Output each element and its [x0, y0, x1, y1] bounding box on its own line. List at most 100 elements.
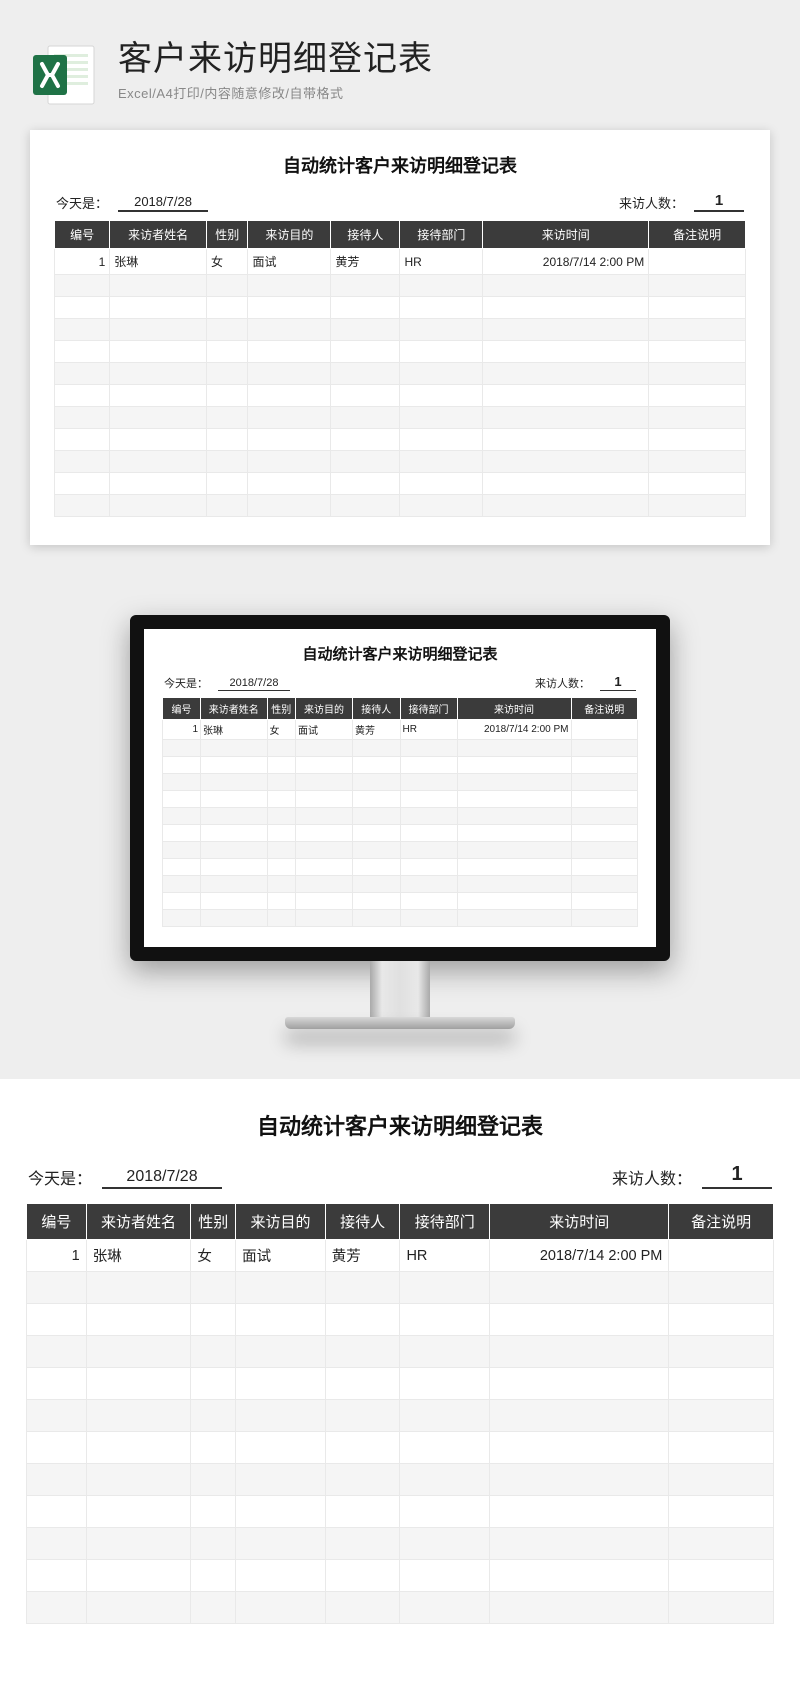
big-sheet: 自动统计客户来访明细登记表 今天是： 2018/7/28 来访人数： 1 编号 … — [0, 1079, 800, 1684]
empty-cell — [201, 910, 268, 927]
th-note: 备注说明 — [649, 221, 746, 249]
empty-cell — [27, 1272, 87, 1304]
empty-cell — [649, 319, 746, 341]
monitor-stand-base — [285, 1017, 515, 1029]
today-value: 2018/7/28 — [118, 194, 208, 212]
today-value: 2018/7/28 — [218, 677, 290, 691]
empty-cell — [296, 791, 353, 808]
empty-cell — [27, 1400, 87, 1432]
empty-cell — [55, 429, 110, 451]
empty-cell — [400, 757, 457, 774]
table-row: 1 张琳 女 面试 黄芳 HR 2018/7/14 2:00 PM — [163, 720, 638, 740]
meta-count: 来访人数： 1 — [619, 192, 744, 212]
table-row — [27, 1592, 774, 1624]
meta-today: 今天是： 2018/7/28 — [164, 675, 290, 691]
empty-cell — [353, 876, 401, 893]
empty-cell — [669, 1528, 774, 1560]
table-body: 1 张琳 女 面试 黄芳 HR 2018/7/14 2:00 PM — [163, 720, 638, 927]
empty-cell — [400, 1560, 490, 1592]
hero-header: 客户来访明细登记表 Excel/A4打印/内容随意修改/自带格式 — [30, 40, 770, 110]
table-row — [55, 495, 746, 517]
page-title: 客户来访明细登记表 — [118, 40, 770, 79]
th-receiver: 接待人 — [331, 221, 400, 249]
empty-cell — [649, 341, 746, 363]
empty-cell — [267, 757, 296, 774]
empty-cell — [55, 297, 110, 319]
empty-cell — [353, 774, 401, 791]
empty-cell — [400, 275, 483, 297]
cell-note — [571, 720, 638, 740]
empty-cell — [86, 1592, 191, 1624]
empty-cell — [201, 876, 268, 893]
empty-cell — [207, 297, 248, 319]
empty-cell — [649, 451, 746, 473]
empty-cell — [669, 1464, 774, 1496]
empty-cell — [296, 859, 353, 876]
table-body: 1 张琳 女 面试 黄芳 HR 2018/7/14 2:00 PM — [27, 1240, 774, 1624]
empty-cell — [457, 757, 571, 774]
empty-cell — [669, 1432, 774, 1464]
empty-cell — [571, 808, 638, 825]
table-row — [27, 1496, 774, 1528]
empty-cell — [353, 842, 401, 859]
empty-cell — [27, 1592, 87, 1624]
empty-cell — [110, 363, 207, 385]
empty-cell — [296, 825, 353, 842]
empty-cell — [163, 774, 201, 791]
table-head: 编号 来访者姓名 性别 来访目的 接待人 接待部门 来访时间 备注说明 — [55, 221, 746, 249]
count-label: 来访人数： — [535, 675, 590, 691]
empty-cell — [400, 808, 457, 825]
empty-cell — [325, 1304, 400, 1336]
th-note: 备注说明 — [669, 1204, 774, 1240]
table-row — [27, 1304, 774, 1336]
empty-cell — [400, 1528, 490, 1560]
empty-cell — [27, 1528, 87, 1560]
empty-cell — [457, 808, 571, 825]
empty-cell — [86, 1368, 191, 1400]
empty-cell — [267, 910, 296, 927]
empty-cell — [400, 473, 483, 495]
table-row — [27, 1272, 774, 1304]
empty-cell — [267, 774, 296, 791]
sheet-title: 自动统计客户来访明细登记表 — [162, 643, 638, 664]
table-row — [163, 740, 638, 757]
table-row — [163, 825, 638, 842]
empty-cell — [207, 363, 248, 385]
empty-cell — [163, 757, 201, 774]
empty-cell — [248, 473, 331, 495]
empty-cell — [201, 808, 268, 825]
empty-cell — [400, 495, 483, 517]
empty-cell — [236, 1496, 326, 1528]
empty-cell — [400, 1336, 490, 1368]
empty-cell — [201, 740, 268, 757]
empty-cell — [201, 859, 268, 876]
empty-cell — [353, 893, 401, 910]
table-row — [163, 791, 638, 808]
th-dept: 接待部门 — [400, 221, 483, 249]
empty-cell — [86, 1496, 191, 1528]
cell-receiver: 黄芳 — [353, 720, 401, 740]
th-time: 来访时间 — [457, 698, 571, 720]
empty-cell — [483, 363, 649, 385]
today-label: 今天是： — [28, 1165, 92, 1189]
empty-cell — [110, 341, 207, 363]
meta-row: 今天是： 2018/7/28 来访人数： 1 — [162, 674, 638, 691]
count-label: 来访人数： — [619, 193, 684, 212]
cell-name: 张琳 — [110, 249, 207, 275]
empty-cell — [483, 429, 649, 451]
empty-cell — [400, 297, 483, 319]
empty-cell — [236, 1464, 326, 1496]
empty-cell — [207, 473, 248, 495]
empty-cell — [86, 1400, 191, 1432]
empty-cell — [490, 1464, 669, 1496]
cell-note — [669, 1240, 774, 1272]
excel-icon — [30, 40, 100, 110]
empty-cell — [110, 495, 207, 517]
cell-id: 1 — [27, 1240, 87, 1272]
empty-cell — [296, 808, 353, 825]
empty-cell — [571, 774, 638, 791]
empty-cell — [490, 1592, 669, 1624]
empty-cell — [191, 1336, 236, 1368]
empty-cell — [353, 740, 401, 757]
empty-cell — [207, 495, 248, 517]
